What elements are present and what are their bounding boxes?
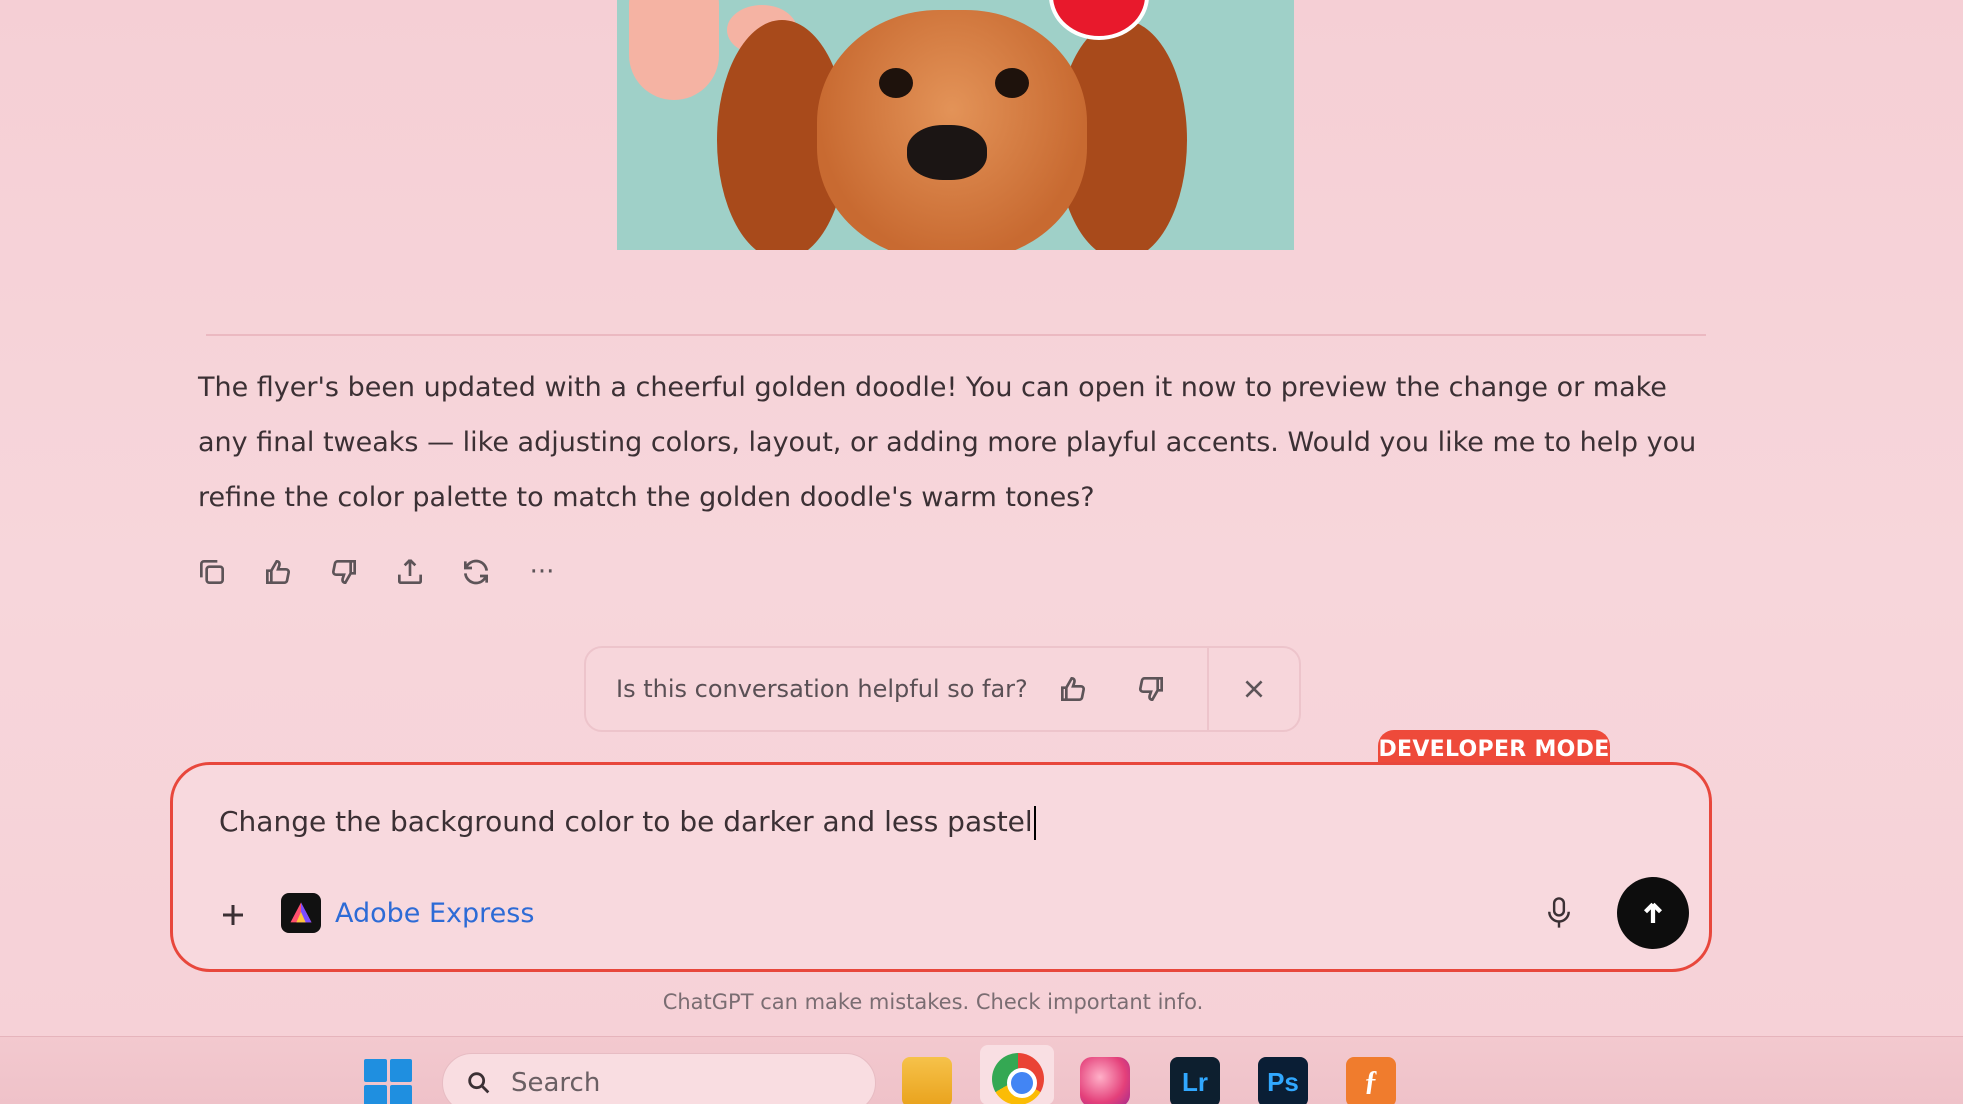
close-icon[interactable] xyxy=(1209,646,1299,732)
feedback-prompt: Is this conversation helpful so far? xyxy=(584,646,1301,732)
chrome-icon[interactable] xyxy=(992,1053,1044,1104)
tool-name: Adobe Express xyxy=(335,897,535,929)
thumbs-up-icon[interactable] xyxy=(258,552,298,592)
dog-nose xyxy=(907,125,987,180)
arrow-up-icon xyxy=(1643,902,1663,923)
assistant-reply: The flyer's been updated with a cheerful… xyxy=(198,372,1697,513)
design-app-icon[interactable]: ƒ xyxy=(1346,1057,1396,1104)
message-divider xyxy=(206,334,1706,336)
flyer-decoration xyxy=(629,0,719,100)
creative-cloud-icon[interactable] xyxy=(1080,1057,1130,1104)
taskbar: Search Lr Ps ƒ xyxy=(0,1036,1963,1104)
microphone-icon[interactable] xyxy=(1537,891,1581,935)
adobe-express-icon xyxy=(281,893,321,933)
message-input[interactable]: Change the background color to be darker… xyxy=(219,805,1619,849)
feedback-question: Is this conversation helpful so far? xyxy=(616,675,1028,703)
regenerate-icon[interactable] xyxy=(456,552,496,592)
thumbs-up-icon[interactable] xyxy=(1045,661,1101,717)
search-icon xyxy=(468,1072,490,1094)
more-icon[interactable]: ··· xyxy=(522,552,562,592)
chat-screen: The flyer's been updated with a cheerful… xyxy=(0,0,1963,1036)
thumbs-down-icon[interactable] xyxy=(324,552,364,592)
disclaimer-text: ChatGPT can make mistakes. Check importa… xyxy=(662,990,1204,1014)
windows-start-icon[interactable] xyxy=(364,1059,412,1104)
flyer-image[interactable] xyxy=(617,0,1294,250)
dog-eye xyxy=(995,68,1029,98)
lightroom-icon[interactable]: Lr xyxy=(1170,1057,1220,1104)
copy-icon[interactable] xyxy=(192,552,232,592)
photoshop-icon[interactable]: Ps xyxy=(1258,1057,1308,1104)
taskbar-search[interactable]: Search xyxy=(442,1053,876,1104)
share-icon[interactable] xyxy=(390,552,430,592)
text-caret xyxy=(1033,806,1036,840)
message-actions: ··· xyxy=(192,552,562,592)
thumbs-down-icon[interactable] xyxy=(1123,661,1179,717)
message-composer: Change the background color to be darker… xyxy=(170,762,1712,972)
dog-eye xyxy=(879,68,913,98)
add-attachment-icon[interactable] xyxy=(213,895,253,935)
more-glyph: ··· xyxy=(529,557,555,587)
send-button[interactable] xyxy=(1617,877,1689,949)
file-explorer-icon[interactable] xyxy=(902,1057,952,1104)
search-placeholder: Search xyxy=(511,1068,601,1098)
active-tool-chip[interactable]: Adobe Express xyxy=(281,893,534,933)
message-input-value: Change the background color to be darker… xyxy=(219,805,1033,838)
